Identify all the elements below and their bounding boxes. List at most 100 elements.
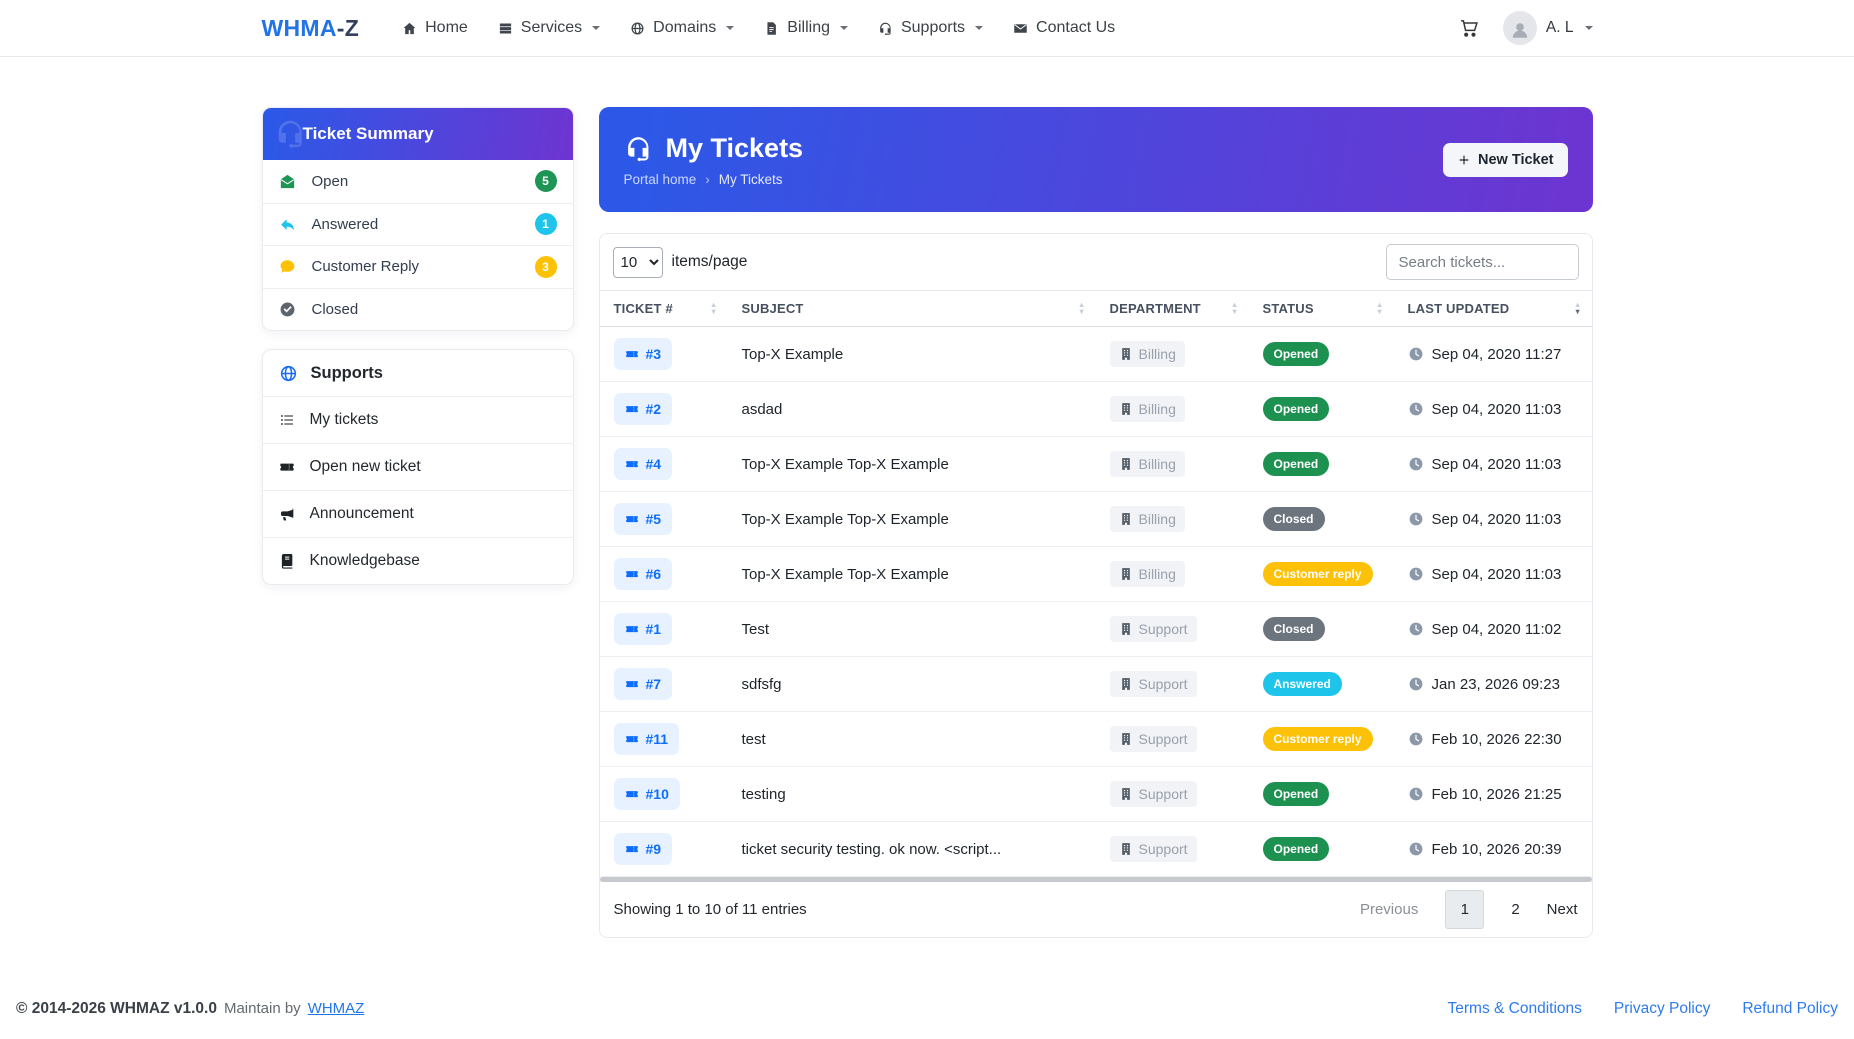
summary-item-open[interactable]: Open 5 [263,160,573,203]
clock-icon [1408,786,1424,802]
summary-item-closed[interactable]: Closed [262,287,573,331]
column-header-last-updated[interactable]: LAST UPDATED ▲ ▼ [1394,291,1592,326]
nav-menu: Home Services Domains Billing Supports C… [387,11,1130,45]
brand-part2: -Z [336,14,360,41]
clock-icon [1408,456,1424,472]
ticket-number-link[interactable]: #1 [613,613,673,645]
summary-item-customer-reply[interactable]: Customer Reply 3 [262,245,573,288]
ticket-number-link[interactable]: #2 [613,393,673,425]
new-ticket-button[interactable]: New Ticket [1443,142,1568,177]
sidebar-item-knowledgebase[interactable]: Knowledgebase [262,537,573,584]
maintainer-link[interactable]: WHMAZ [308,1000,365,1017]
ticket-subject: sdfsfg [741,675,782,693]
table-row[interactable]: #7 sdfsfg Support Answered Jan 23, 2026 … [599,657,1592,712]
chevron-down-icon [592,26,601,30]
table-row[interactable]: #3 Top-X Example Billing Opened Sep 04, … [599,327,1592,382]
ticket-icon [625,622,639,636]
building-icon [1119,842,1133,856]
ticket-subject: testing [741,785,786,803]
ticket-number-link[interactable]: #10 [613,778,680,810]
ticket-number-link[interactable]: #4 [613,448,673,480]
department-badge: Support [1109,616,1197,642]
pagination-page-1[interactable]: 1 [1445,890,1485,929]
pagination-page-2[interactable]: 2 [1511,901,1519,918]
ticket-icon [625,787,639,801]
ticket-number-link[interactable]: #11 [613,723,680,755]
top-navbar: WHMA-Z Home Services Domains Billing Sup… [0,0,1854,57]
column-header-department[interactable]: DEPARTMENT ▲ ▼ [1096,291,1249,326]
ticket-icon [625,457,639,471]
last-updated: Feb 10, 2026 21:25 [1394,786,1592,803]
ticket-icon [625,512,639,526]
status-badge: Opened [1262,837,1330,861]
table-row[interactable]: #1 Test Support Closed Sep 04, 2020 11:0… [599,602,1592,657]
nav-item-label: Domains [653,19,717,36]
nav-item-home[interactable]: Home [387,11,483,45]
summary-item-answered[interactable]: Answered 1 [262,202,573,246]
chevron-down-icon [975,26,984,30]
pagination-previous[interactable]: Previous [1360,901,1418,918]
column-header-ticket[interactable]: TICKET # ▲ ▼ [600,291,728,326]
ticket-number-link[interactable]: #7 [613,668,673,700]
column-header-subject[interactable]: SUBJECT ▲ ▼ [728,291,1096,326]
sort-icon: ▲ ▼ [1230,300,1239,316]
ticket-icon [625,402,639,416]
status-badge: Answered [1262,672,1342,696]
building-icon [1119,622,1133,636]
ticket-number-link[interactable]: #9 [613,833,673,865]
count-badge: 5 [534,170,557,193]
nav-item-contact-us[interactable]: Contact Us [998,11,1130,45]
column-header-status[interactable]: STATUS ▲ ▼ [1249,291,1394,326]
ticket-subject: test [741,730,766,748]
clock-icon [1408,676,1424,692]
status-badge: Customer reply [1262,562,1373,586]
footer-link-terms-conditions[interactable]: Terms & Conditions [1448,1000,1582,1018]
menu-item-label: Open new ticket [309,458,421,475]
sidebar-item-open-new-ticket[interactable]: Open new ticket [262,443,573,490]
sort-icon: ▲ ▼ [1375,300,1384,316]
table-row[interactable]: #4 Top-X Example Top-X Example Billing O… [599,437,1592,492]
status-badge: Opened [1262,342,1330,366]
sidebar-item-announcement[interactable]: Announcement [262,490,573,537]
footer-links: Terms & Conditions Privacy Policy Refund P… [1448,1000,1839,1018]
nav-item-services[interactable]: Services [483,11,615,45]
table-row[interactable]: #11 test Support Customer reply Feb 10, … [599,712,1592,767]
table-row[interactable]: #9 ticket security testing. ok now. <scr… [599,822,1592,877]
sidebar-item-my-tickets[interactable]: My tickets [262,396,573,443]
chevron-down-icon [726,26,735,30]
building-icon [1119,457,1133,471]
user-menu[interactable]: A. L [1502,11,1593,45]
nav-item-domains[interactable]: Domains [615,11,749,45]
table-row[interactable]: #5 Top-X Example Top-X Example Billing C… [599,492,1592,547]
status-icon [279,216,299,233]
footer-link-privacy-policy[interactable]: Privacy Policy [1614,1000,1710,1018]
nav-item-icon [764,21,779,36]
pagination-next[interactable]: Next [1547,901,1578,918]
clock-icon [1408,621,1424,637]
department-badge: Billing [1109,506,1185,532]
ticket-number-link[interactable]: #5 [613,503,673,535]
ticket-number-link[interactable]: #3 [613,338,673,370]
sort-icon: ▲ ▼ [1077,300,1086,316]
nav-item-supports[interactable]: Supports [863,11,998,45]
items-per-page-select[interactable]: 10 [612,246,663,278]
chevron-down-icon [1584,26,1593,30]
cart-icon[interactable] [1459,18,1479,38]
brand-logo[interactable]: WHMA-Z [262,15,360,42]
last-updated: Jan 23, 2026 09:23 [1394,676,1592,693]
breadcrumb-portal-home[interactable]: Portal home [624,172,697,187]
table-row[interactable]: #10 testing Support Opened Feb 10, 2026 … [599,767,1592,822]
search-input[interactable] [1385,244,1579,280]
nav-item-icon [498,21,513,36]
table-row[interactable]: #6 Top-X Example Top-X Example Billing C… [599,547,1592,602]
ticket-number-link[interactable]: #6 [613,558,673,590]
table-row[interactable]: #2 asdad Billing Opened Sep 04, 2020 11:… [599,382,1592,437]
nav-item-icon [630,21,645,36]
footer-link-refund-policy[interactable]: Refund Policy [1742,1000,1838,1018]
department-badge: Billing [1109,451,1185,477]
status-badge: Opened [1262,452,1330,476]
ticket-summary-card: Ticket Summary Open 5 Answered 1 Custome… [261,107,574,331]
headset-icon [274,117,307,150]
nav-item-label: Billing [787,19,830,36]
nav-item-billing[interactable]: Billing [749,11,863,45]
